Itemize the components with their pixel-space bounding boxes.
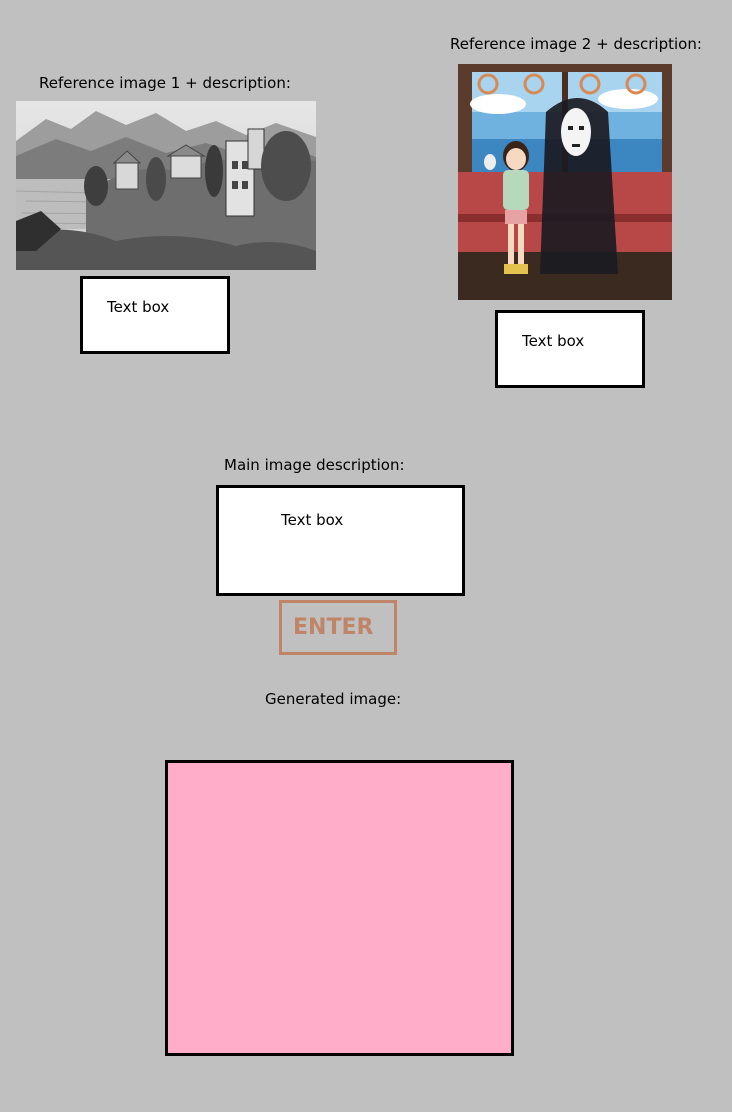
enter-button[interactable]: ENTER (279, 600, 397, 655)
main-description-input[interactable]: Text box (216, 485, 465, 596)
reference-2-description-input[interactable]: Text box (495, 310, 645, 388)
reference-2-placeholder: Text box (522, 332, 585, 350)
main-description-label: Main image description: (224, 456, 405, 474)
reference-image-2-label: Reference image 2 + description: (450, 35, 702, 53)
main-description-placeholder: Text box (281, 511, 344, 529)
generated-image-label: Generated image: (265, 690, 402, 708)
reference-1-description-input[interactable]: Text box (80, 276, 230, 354)
reference-image-1-label: Reference image 1 + description: (39, 74, 291, 92)
generated-image-output (165, 760, 514, 1056)
reference-image-1[interactable] (16, 101, 316, 270)
reference-1-placeholder: Text box (107, 298, 170, 316)
reference-image-2[interactable] (458, 64, 672, 300)
